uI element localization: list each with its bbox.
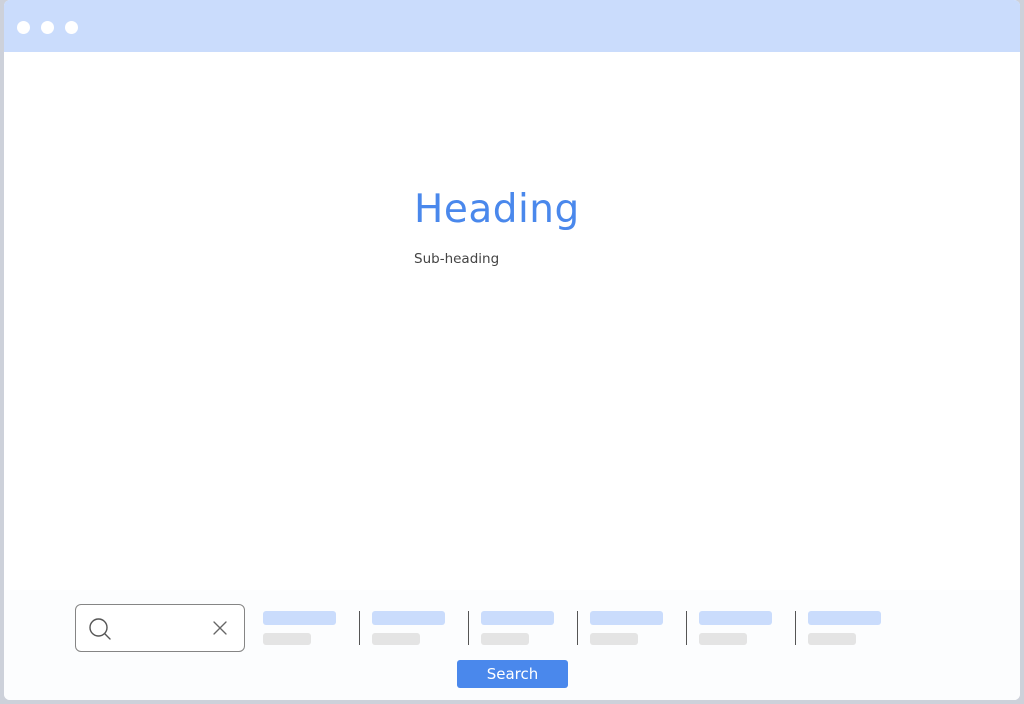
filter-title-placeholder bbox=[372, 611, 445, 625]
search-input[interactable] bbox=[118, 615, 208, 641]
filter-title-placeholder bbox=[699, 611, 772, 625]
filter-divider bbox=[359, 611, 360, 645]
close-icon[interactable] bbox=[212, 620, 228, 636]
filter-subtitle-placeholder bbox=[699, 633, 747, 645]
title-bar bbox=[4, 0, 1020, 52]
filter-option-1[interactable] bbox=[263, 610, 343, 646]
filter-subtitle-placeholder bbox=[590, 633, 638, 645]
filter-option-4[interactable] bbox=[577, 610, 663, 646]
filter-title-placeholder bbox=[263, 611, 336, 625]
filter-title-placeholder bbox=[590, 611, 663, 625]
filter-option-3[interactable] bbox=[468, 610, 554, 646]
page-heading: Heading bbox=[414, 187, 580, 232]
window-maximize-dot[interactable] bbox=[65, 21, 78, 34]
filter-subtitle-placeholder bbox=[808, 633, 856, 645]
search-button[interactable]: Search bbox=[457, 660, 568, 688]
filter-divider bbox=[795, 611, 796, 645]
filter-option-6[interactable] bbox=[795, 610, 881, 646]
filter-divider bbox=[686, 611, 687, 645]
filter-subtitle-placeholder bbox=[372, 633, 420, 645]
filter-divider bbox=[468, 611, 469, 645]
filter-subtitle-placeholder bbox=[263, 633, 311, 645]
filter-option-5[interactable] bbox=[686, 610, 772, 646]
filter-divider bbox=[577, 611, 578, 645]
filter-title-placeholder bbox=[481, 611, 554, 625]
page-subheading: Sub-heading bbox=[414, 251, 500, 267]
search-box[interactable] bbox=[75, 604, 245, 652]
window-minimize-dot[interactable] bbox=[41, 21, 54, 34]
search-bar-panel: Search bbox=[4, 590, 1020, 700]
search-icon bbox=[89, 618, 111, 640]
filter-title-placeholder bbox=[808, 611, 881, 625]
filter-option-2[interactable] bbox=[359, 610, 445, 646]
browser-window: Heading Sub-heading Search bbox=[4, 0, 1020, 700]
filter-subtitle-placeholder bbox=[481, 633, 529, 645]
window-close-dot[interactable] bbox=[17, 21, 30, 34]
